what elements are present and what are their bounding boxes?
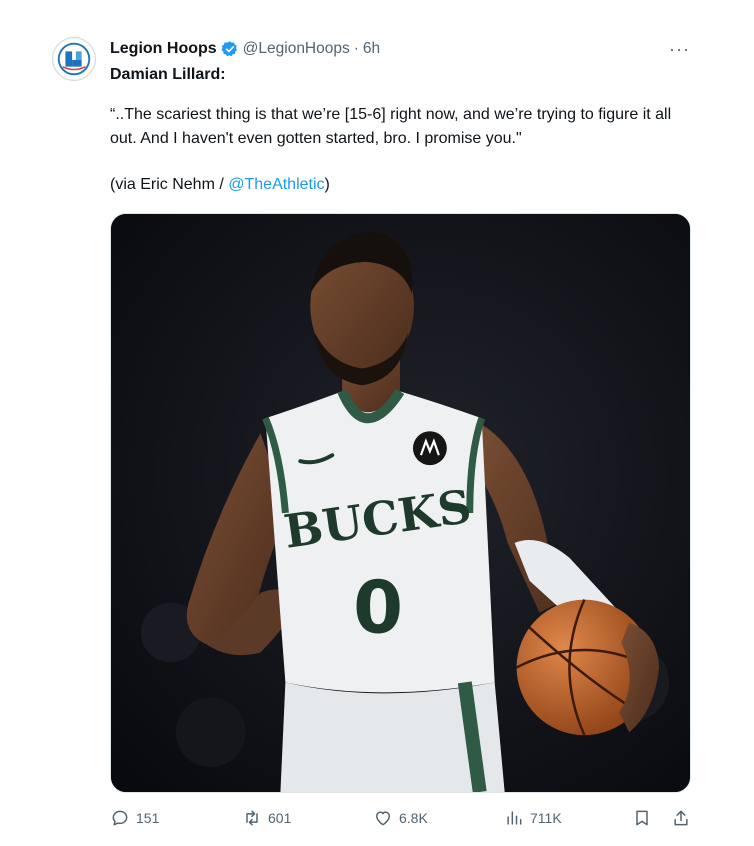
reply-count: 151	[136, 810, 160, 826]
like-button[interactable]: 6.8K	[373, 808, 428, 828]
reply-icon	[110, 808, 130, 828]
tweet-text-quote: “..The scariest thing is that we’re [15-…	[110, 106, 672, 147]
player-photo-illustration: BUCKS 0	[111, 214, 690, 792]
tweet-header: Legion Hoops @LegionHoops · 6h ···	[110, 39, 696, 59]
mention-link[interactable]: @TheAthletic	[228, 176, 324, 193]
verified-badge-icon	[221, 40, 239, 58]
author-display-name[interactable]: Legion Hoops	[110, 40, 217, 58]
tweet-body: Damian Lillard: “..The scariest thing is…	[110, 63, 700, 197]
views-button[interactable]: 711K	[504, 808, 562, 828]
views-chart-icon	[504, 808, 524, 828]
retweet-count: 601	[268, 810, 292, 826]
more-options-icon[interactable]: ···	[669, 39, 690, 59]
share-button[interactable]	[671, 808, 691, 828]
share-icon	[671, 808, 691, 828]
like-count: 6.8K	[399, 810, 428, 826]
views-count: 711K	[530, 810, 562, 826]
separator-dot: ·	[353, 40, 359, 57]
author-avatar[interactable]	[52, 37, 96, 81]
retweet-button[interactable]: 601	[242, 808, 291, 828]
tweet-photo[interactable]: BUCKS 0	[110, 213, 691, 793]
tweet-actions: 151 601 6.8K 711K	[110, 808, 691, 830]
tweet-timestamp[interactable]: 6h	[363, 40, 380, 58]
bookmark-button[interactable]	[632, 808, 652, 828]
via-suffix: )	[324, 176, 330, 193]
reply-button[interactable]: 151	[110, 808, 159, 828]
tweet-text-line-1: Damian Lillard:	[110, 66, 226, 83]
retweet-icon	[242, 808, 262, 828]
jersey-number: 0	[353, 566, 403, 650]
bookmark-icon	[632, 808, 652, 828]
tweet-text-source: (via Eric Nehm / @TheAthletic)	[110, 173, 700, 197]
author-handle[interactable]: @LegionHoops	[243, 40, 350, 58]
via-prefix: (via Eric Nehm /	[110, 176, 229, 193]
legion-hoops-logo-icon	[53, 38, 95, 80]
heart-icon	[373, 808, 393, 828]
tweet-card[interactable]: Legion Hoops @LegionHoops · 6h ··· Damia…	[46, 29, 710, 838]
